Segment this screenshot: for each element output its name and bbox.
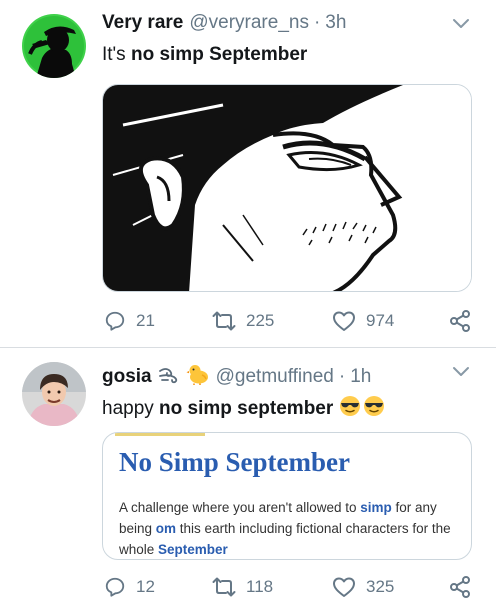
card-desc-highlight: simp — [360, 500, 392, 515]
author-name[interactable]: Very rare — [102, 12, 183, 34]
retweet-icon — [212, 311, 236, 331]
author-handle[interactable]: @veryrare_ns — [189, 12, 309, 34]
reply-count: 21 — [136, 311, 155, 330]
text-prefix: It's — [102, 44, 131, 65]
link-card[interactable]: No Simp September A challenge where you … — [102, 432, 472, 560]
sunglasses-face-icon — [363, 395, 385, 423]
share-button[interactable] — [448, 572, 472, 602]
tweet[interactable]: gosia @getmuffined · 1h happy no simp se… — [0, 348, 496, 612]
text-bold: no simp september — [159, 398, 334, 419]
timestamp[interactable]: 3h — [325, 12, 346, 34]
retweet-icon — [212, 577, 236, 597]
reply-icon — [105, 577, 125, 597]
reply-button[interactable]: 21 — [104, 306, 155, 336]
avatar[interactable] — [22, 362, 86, 426]
text-prefix: happy — [102, 398, 160, 419]
share-icon — [450, 310, 470, 332]
reply-icon — [105, 311, 125, 331]
like-button[interactable]: 974 — [332, 306, 394, 336]
heart-icon — [333, 577, 355, 597]
retweet-count: 225 — [246, 311, 275, 330]
baby-chick-icon — [186, 363, 210, 391]
retweet-count: 118 — [246, 577, 274, 596]
like-count: 974 — [366, 311, 395, 330]
tweet-header: gosia @getmuffined · 1h — [102, 360, 371, 388]
author-name[interactable]: gosia — [102, 366, 152, 388]
timestamp[interactable]: 1h — [350, 366, 371, 388]
card-description: A challenge where you aren't allowed to … — [119, 497, 464, 559]
wind-swirl-icon — [158, 365, 180, 391]
share-button[interactable] — [448, 306, 472, 336]
share-icon — [450, 576, 470, 598]
card-desc-highlight: September — [158, 542, 228, 557]
separator: · — [338, 366, 346, 387]
tweet-text: It's no simp September — [102, 44, 307, 66]
sunglasses-face-icon — [339, 395, 361, 423]
author-handle[interactable]: @getmuffined — [216, 366, 334, 388]
reply-button[interactable]: 12 — [104, 572, 155, 602]
tweet-text: happy no simp september — [102, 392, 385, 420]
avatar[interactable] — [22, 14, 86, 78]
tweet[interactable]: Very rare @veryrare_ns · 3h It's no simp… — [0, 0, 496, 348]
separator: · — [313, 12, 321, 33]
like-count: 325 — [366, 577, 395, 596]
card-title: No Simp September — [119, 447, 350, 477]
card-accent-bar — [115, 433, 205, 436]
tweet-image[interactable] — [102, 84, 472, 292]
retweet-button[interactable]: 225 — [212, 306, 274, 336]
tweet-header: Very rare @veryrare_ns · 3h — [102, 12, 346, 38]
retweet-button[interactable]: 118 — [212, 572, 273, 602]
tweet-actions: 12 118 325 — [102, 572, 482, 602]
chevron-down-icon[interactable] — [452, 18, 470, 30]
text-bold: no simp September — [130, 44, 308, 65]
heart-icon — [333, 311, 355, 331]
reply-count: 12 — [136, 577, 155, 596]
like-button[interactable]: 325 — [332, 572, 394, 602]
card-desc-text: A challenge where you aren't allowed to — [119, 500, 361, 515]
chevron-down-icon[interactable] — [452, 366, 470, 378]
card-desc-highlight: om — [155, 521, 177, 536]
tweet-actions: 21 225 974 — [102, 306, 482, 336]
